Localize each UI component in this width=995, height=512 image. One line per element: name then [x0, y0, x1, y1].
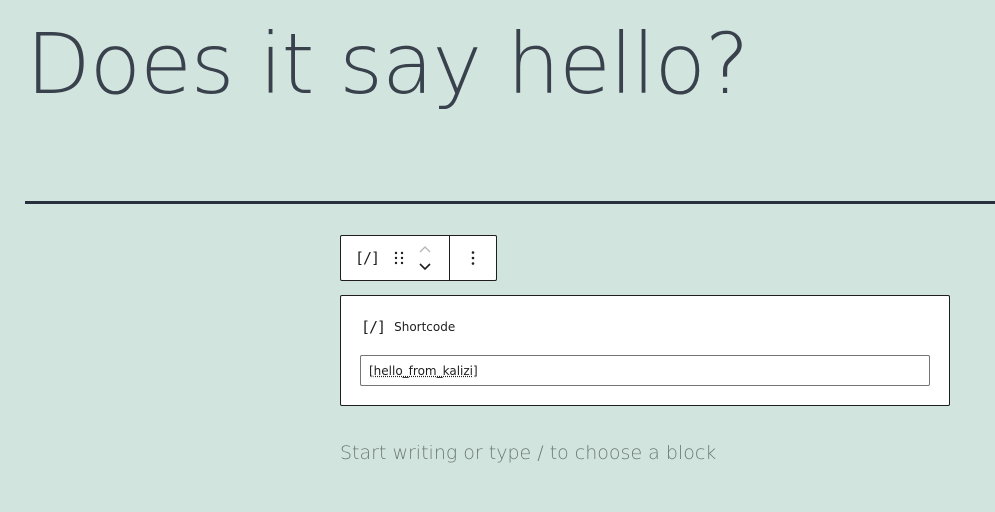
shortcode-block-switcher-button[interactable]: [/] [347, 249, 387, 267]
drag-handle-icon [394, 251, 404, 265]
shortcode-label-text: Shortcode [394, 320, 456, 334]
block-toolbar: [/] [340, 235, 497, 281]
block-mover [411, 238, 439, 278]
shortcode-icon: [/] [354, 249, 380, 267]
toolbar-options-group [450, 236, 496, 280]
chevron-down-icon [419, 263, 431, 271]
move-up-button[interactable] [413, 240, 437, 258]
post-title[interactable]: Does it say hello? [26, 22, 749, 106]
move-down-button[interactable] [413, 258, 437, 276]
shortcode-input[interactable] [360, 355, 930, 386]
toolbar-main-group: [/] [341, 236, 450, 280]
more-options-button[interactable] [461, 246, 485, 270]
shortcode-block[interactable]: [/] Shortcode [340, 295, 950, 406]
more-vertical-icon [471, 251, 475, 265]
shortcode-block-label: [/] Shortcode [361, 318, 455, 336]
drag-handle-button[interactable] [387, 246, 411, 270]
shortcode-icon: [/] [361, 318, 386, 336]
separator-block[interactable] [25, 201, 995, 204]
default-block-appender[interactable]: Start writing or type / to choose a bloc… [340, 442, 716, 464]
chevron-up-icon [419, 246, 431, 253]
